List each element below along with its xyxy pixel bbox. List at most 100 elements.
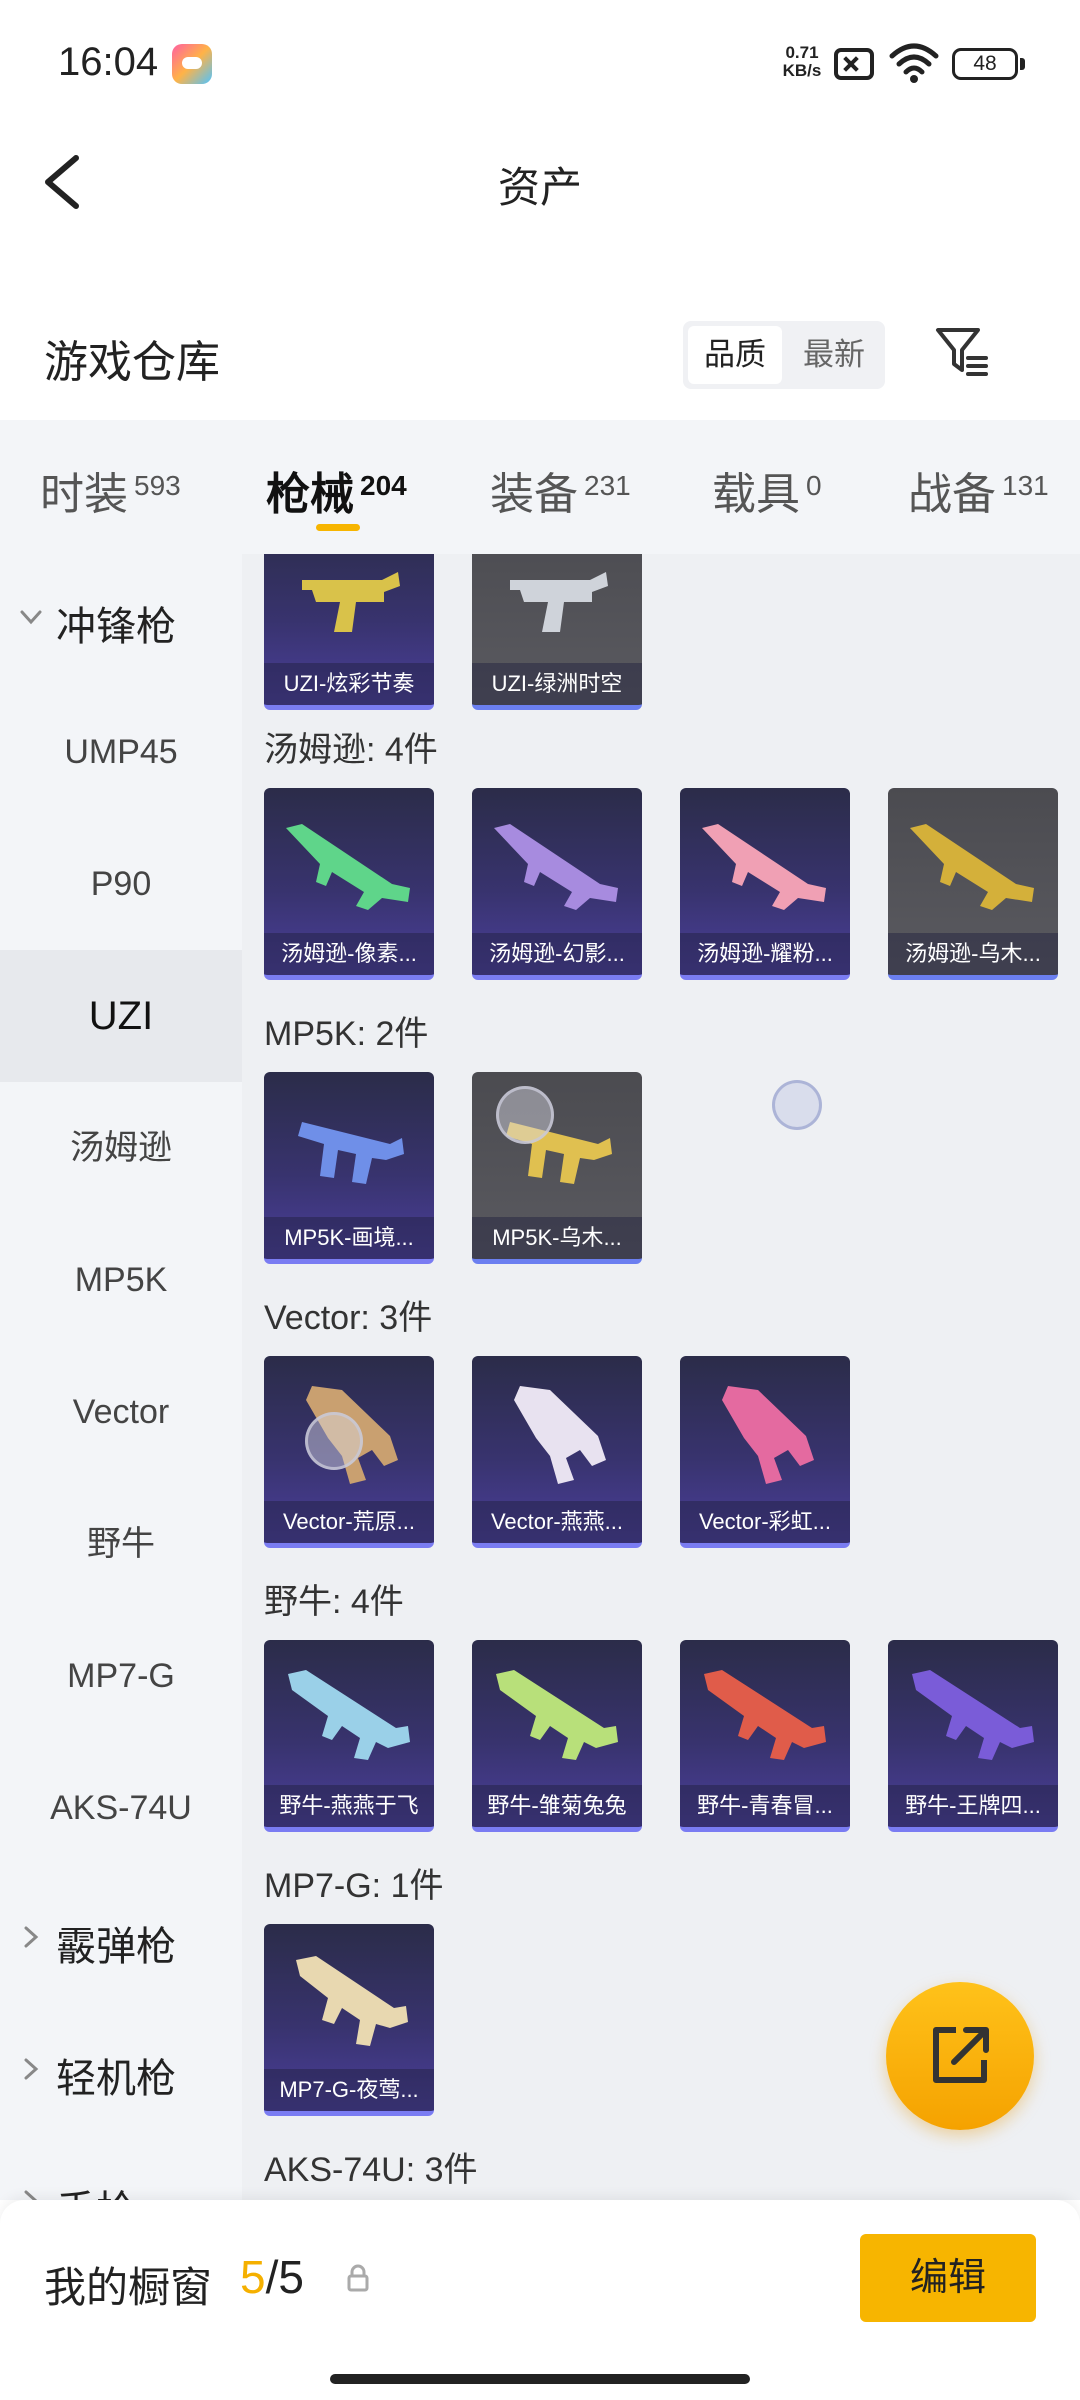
showcase-total: /5 (265, 2251, 304, 2303)
weapon-silhouette (912, 1670, 1034, 1760)
sidebar-item-bison[interactable]: 野牛 (0, 1478, 242, 1610)
section-label: 汤姆逊: 4件 (264, 731, 438, 769)
skin-card[interactable]: MP5K-画境... (264, 1072, 434, 1264)
weapon-silhouette (496, 1670, 618, 1760)
section-label: 野牛: 4件 (264, 1583, 404, 1621)
weapon-silhouette (298, 1122, 404, 1184)
network-speed-value: 0.71 (785, 43, 819, 62)
weapon-image (302, 572, 400, 632)
weapon-image (510, 572, 608, 632)
section-label: AKS-74U: 3件 (264, 2151, 478, 2189)
sidebar-item-mp5k[interactable]: MP5K (0, 1214, 242, 1346)
skin-card[interactable]: 野牛-燕燕于飞 (264, 1640, 434, 1832)
tab-count: 204 (360, 470, 407, 501)
sidebar-item-mp7g[interactable]: MP7-G (0, 1610, 242, 1742)
weapon-image (494, 824, 618, 910)
weapon-silhouette (510, 572, 608, 632)
weapon-silhouette (514, 1386, 606, 1484)
skin-name: UZI-绿洲时空 (472, 663, 642, 705)
tab-fashion[interactable]: 时装 593 (40, 458, 181, 522)
group-label: 手枪 (56, 2178, 136, 2200)
skin-card[interactable]: MP5K-乌木... (472, 1072, 642, 1264)
group-shotgun[interactable]: 霰弹枪 (0, 1874, 242, 2006)
skin-card[interactable]: UZI-绿洲时空 (472, 554, 642, 710)
tab-firearms[interactable]: 枪械 204 (266, 458, 407, 522)
warehouse-title: 游戏仓库 (44, 338, 220, 387)
skin-name: 野牛-青春冒... (680, 1785, 850, 1827)
battery-level: 48 (958, 53, 1012, 74)
sort-quality-button[interactable]: 品质 (688, 326, 782, 384)
weapon-silhouette (286, 824, 410, 910)
tab-label: 时装 (40, 470, 128, 519)
tab-count: 231 (584, 470, 631, 501)
section-label: Vector: 3件 (264, 1299, 433, 1337)
skin-card[interactable]: 汤姆逊-乌木... (888, 788, 1058, 980)
tab-vehicles[interactable]: 载具 0 (712, 458, 822, 522)
skin-card[interactable]: 汤姆逊-耀粉... (680, 788, 850, 980)
weapon-silhouette (702, 824, 826, 910)
tab-label: 战备 (908, 470, 996, 519)
skin-name: 野牛-雏菊兔兔 (472, 1785, 642, 1827)
chevron-right-icon (24, 2058, 39, 2080)
home-indicator[interactable] (330, 2374, 750, 2384)
group-lmg[interactable]: 轻机枪 (0, 2006, 242, 2138)
skin-name: UZI-炫彩节奏 (264, 663, 434, 705)
weapon-image (912, 1670, 1034, 1760)
weapon-silhouette (704, 1670, 826, 1760)
lock-icon (347, 2264, 369, 2292)
category-tabs: 时装 593 枪械 204 装备 231 载具 0 战备 131 (0, 420, 1080, 554)
skin-card[interactable]: UZI-炫彩节奏 (264, 554, 434, 710)
group-label: 霰弹枪 (56, 1925, 176, 1969)
tab-count: 593 (134, 470, 181, 501)
skin-card[interactable]: MP7-G-夜莺... (264, 1924, 434, 2116)
sim-disabled-icon (834, 48, 874, 80)
weapon-silhouette (722, 1386, 814, 1484)
skin-card[interactable]: 野牛-青春冒... (680, 1640, 850, 1832)
group-label: 轻机枪 (56, 2057, 176, 2101)
sidebar-item-ump45[interactable]: UMP45 (0, 686, 242, 818)
weapon-image (514, 1386, 606, 1484)
sidebar-item-thompson[interactable]: 汤姆逊 (0, 1082, 242, 1214)
weapon-image (286, 824, 410, 910)
weapon-image (704, 1670, 826, 1760)
skin-card[interactable]: 汤姆逊-幻影... (472, 788, 642, 980)
status-time: 16:04 (58, 40, 159, 84)
sidebar-item-uzi[interactable]: UZI (0, 950, 242, 1082)
tab-tactical[interactable]: 战备 131 (908, 458, 1049, 522)
sort-newest-button[interactable]: 最新 (787, 326, 881, 384)
skin-name: Vector-彩虹... (680, 1501, 850, 1543)
page-title: 资产 (497, 164, 582, 211)
tab-equipment[interactable]: 装备 231 (490, 458, 631, 522)
game-app-icon (172, 44, 212, 84)
weapon-silhouette (910, 824, 1034, 910)
active-tab-indicator (316, 524, 360, 531)
skin-name: MP5K-乌木... (472, 1217, 642, 1259)
showcase-current: 5 (240, 2251, 266, 2303)
weapon-image (722, 1386, 814, 1484)
skin-name: MP5K-画境... (264, 1217, 434, 1259)
group-smg[interactable]: 冲锋枪 (0, 554, 242, 686)
skin-name: 汤姆逊-耀粉... (680, 933, 850, 975)
sidebar-item-aks74u[interactable]: AKS-74U (0, 1742, 242, 1874)
group-pistol[interactable]: 手枪 (0, 2138, 242, 2200)
weapon-image (296, 1956, 408, 2046)
filter-icon[interactable] (932, 322, 992, 382)
skin-card[interactable]: 汤姆逊-像素... (264, 788, 434, 980)
section-label: MP5K: 2件 (264, 1015, 429, 1053)
edit-button[interactable]: 编辑 (860, 2234, 1036, 2322)
share-button[interactable] (886, 1982, 1034, 2130)
section-label: MP7-G: 1件 (264, 1867, 444, 1905)
network-speed: 0.71 KB/s (774, 44, 830, 80)
sidebar-item-vector[interactable]: Vector (0, 1346, 242, 1478)
sidebar-item-p90[interactable]: P90 (0, 818, 242, 950)
touch-indicator (305, 1412, 363, 1470)
weapon-image (288, 1670, 410, 1760)
chevron-right-icon (24, 1926, 39, 1948)
weapon-image (298, 1122, 404, 1184)
skin-card[interactable]: Vector-彩虹... (680, 1356, 850, 1548)
skin-card[interactable]: Vector-燕燕... (472, 1356, 642, 1548)
skin-card[interactable]: 野牛-雏菊兔兔 (472, 1640, 642, 1832)
battery-icon: 48 (952, 48, 1018, 80)
skin-card[interactable]: 野牛-王牌四... (888, 1640, 1058, 1832)
skin-name: MP7-G-夜莺... (264, 2069, 434, 2111)
